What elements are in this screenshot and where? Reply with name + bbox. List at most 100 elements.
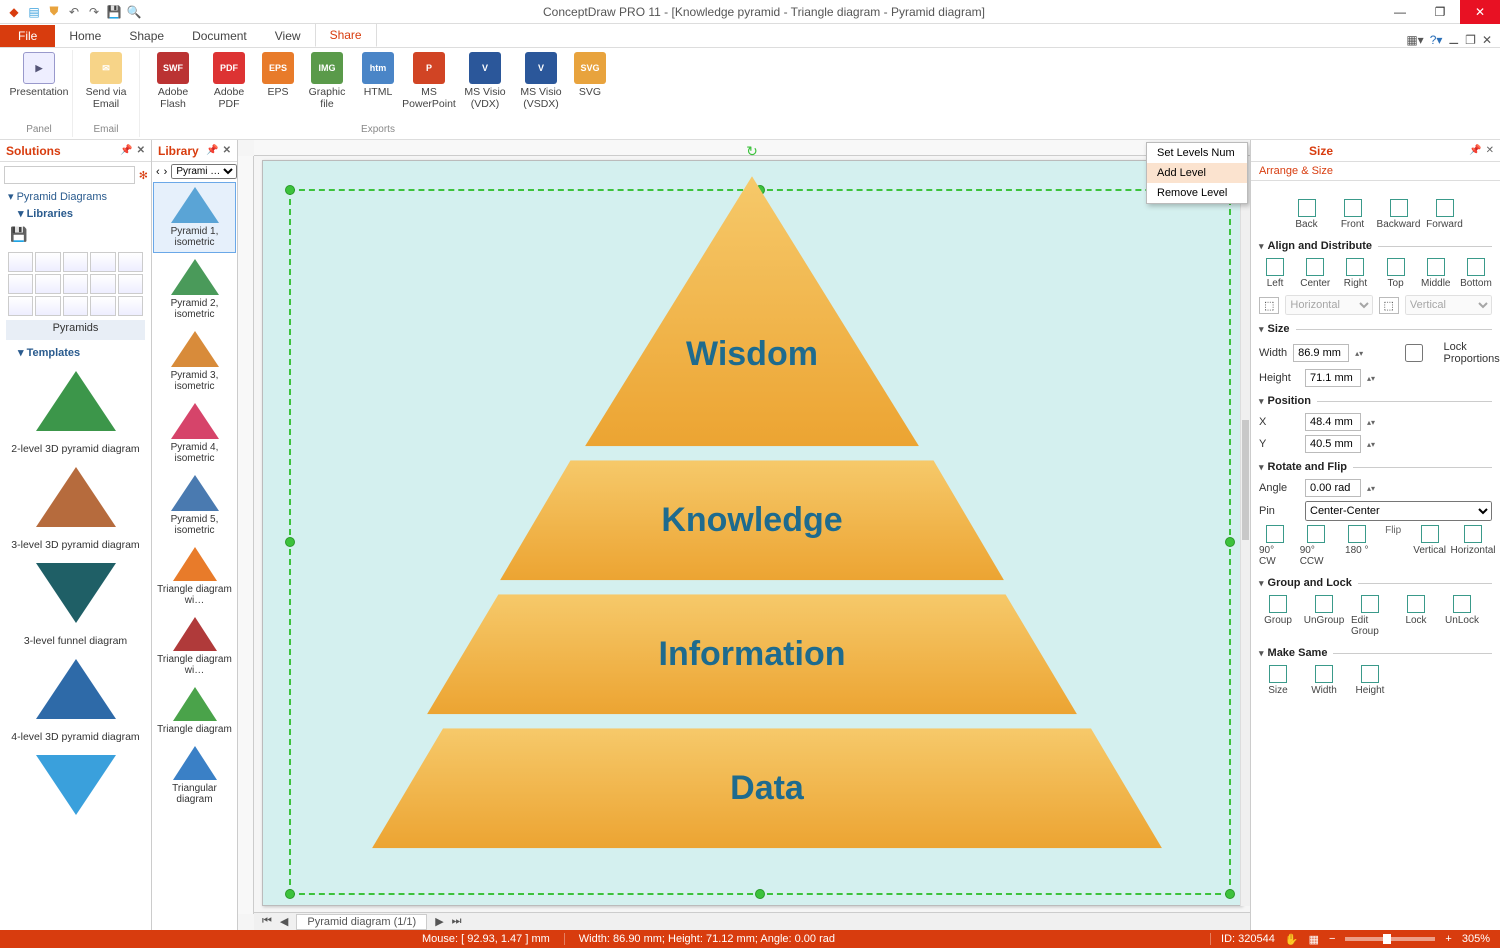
distribute-vertical[interactable]: Vertical bbox=[1405, 295, 1492, 315]
lock-button[interactable]: Lock bbox=[1397, 595, 1435, 637]
maximize-button[interactable]: ❐ bbox=[1420, 0, 1460, 24]
unlock-button[interactable]: UnLock bbox=[1443, 595, 1481, 637]
arrange-subtab[interactable]: Arrange & Size bbox=[1251, 162, 1500, 181]
order-forward[interactable]: Forward bbox=[1426, 199, 1464, 230]
pin-icon[interactable]: 📌 bbox=[1469, 145, 1481, 156]
dist-h-icon[interactable]: ⬚ bbox=[1259, 297, 1279, 314]
sect-size[interactable]: Size bbox=[1259, 317, 1492, 339]
view-mode-icon[interactable]: ▦ bbox=[1309, 933, 1319, 946]
save-lib-icon[interactable]: 💾 bbox=[10, 226, 27, 242]
rotate-ccw[interactable]: 90° CCW bbox=[1300, 525, 1333, 567]
library-select[interactable]: Pyrami … bbox=[171, 164, 237, 179]
flip-horizontal[interactable]: Horizontal bbox=[1454, 525, 1492, 567]
pos-x-input[interactable] bbox=[1305, 413, 1361, 431]
make-same-width[interactable]: Width bbox=[1305, 665, 1343, 696]
redo-icon[interactable]: ↷ bbox=[86, 4, 102, 20]
tab-share[interactable]: Share bbox=[315, 23, 377, 47]
pyramid-diagram[interactable]: Wisdom Knowledge Information Data bbox=[372, 176, 1132, 862]
sect-make-same[interactable]: Make Same bbox=[1259, 641, 1492, 663]
template-4[interactable] bbox=[10, 653, 141, 725]
presentation-button[interactable]: ▶ Presentation bbox=[12, 50, 66, 100]
mdi-restore-icon[interactable]: ❐ bbox=[1465, 33, 1476, 47]
nav-back-icon[interactable]: ‹ bbox=[156, 166, 160, 178]
tab-shape[interactable]: Shape bbox=[115, 25, 178, 47]
template-2[interactable] bbox=[10, 461, 141, 533]
export-pdf-button[interactable]: PDFAdobe PDF bbox=[202, 50, 256, 112]
library-item[interactable]: Triangle diagram wi… bbox=[153, 612, 236, 681]
send-email-button[interactable]: ✉ Send via Email bbox=[79, 50, 133, 112]
library-item[interactable]: Triangle diagram wi… bbox=[153, 542, 236, 611]
new-icon[interactable]: ▤ bbox=[26, 4, 42, 20]
align-right[interactable]: Right bbox=[1339, 258, 1371, 289]
library-pyramids[interactable]: Pyramids bbox=[6, 320, 145, 340]
flip-vertical[interactable]: Vertical bbox=[1413, 525, 1446, 567]
zoom-out-icon[interactable]: − bbox=[1329, 933, 1335, 945]
last-page-icon[interactable]: ⏭ bbox=[452, 915, 462, 928]
library-item[interactable]: Pyramid 1, isometric bbox=[153, 182, 236, 253]
library-item[interactable]: Pyramid 3, isometric bbox=[153, 326, 236, 397]
order-front[interactable]: Front bbox=[1334, 199, 1372, 230]
sect-position[interactable]: Position bbox=[1259, 389, 1492, 411]
zoom-in-icon[interactable]: + bbox=[1445, 933, 1451, 945]
library-item[interactable]: Pyramid 4, isometric bbox=[153, 398, 236, 469]
zoom-slider[interactable] bbox=[1345, 937, 1435, 941]
scrollbar-vertical[interactable] bbox=[1240, 160, 1250, 906]
edit-group-button[interactable]: Edit Group bbox=[1351, 595, 1389, 637]
sect-align[interactable]: Align and Distribute bbox=[1259, 234, 1492, 256]
export-html-button[interactable]: htmHTML bbox=[356, 50, 400, 100]
rotate-180[interactable]: 180 ° bbox=[1340, 525, 1373, 567]
tree-templates[interactable]: ▾ Templates bbox=[0, 344, 151, 361]
library-item[interactable]: Pyramid 2, isometric bbox=[153, 254, 236, 325]
pin-select[interactable]: Center-Center bbox=[1305, 501, 1492, 521]
search-go-icon[interactable]: ✻ bbox=[139, 169, 148, 182]
tree-pyramid-diagrams[interactable]: ▾ Pyramid Diagrams bbox=[0, 188, 151, 205]
library-item[interactable]: Pyramid 5, isometric bbox=[153, 470, 236, 541]
search-icon[interactable]: 🔍 bbox=[126, 4, 142, 20]
ctx-set-levels[interactable]: Set Levels Num bbox=[1147, 143, 1247, 163]
rotate-handle-icon[interactable]: ↻ bbox=[746, 143, 758, 160]
export-vsdx-button[interactable]: VMS Visio (VSDX) bbox=[514, 50, 568, 112]
first-page-icon[interactable]: ⏮ bbox=[262, 915, 272, 928]
tab-home[interactable]: Home bbox=[55, 25, 115, 47]
canvas-area[interactable]: ↻ Wisdom Knowledge Information Data ⏮ ◀ … bbox=[238, 140, 1250, 930]
library-thumbnails[interactable] bbox=[0, 248, 151, 320]
pos-y-input[interactable] bbox=[1305, 435, 1361, 453]
ctx-add-level[interactable]: Add Level bbox=[1147, 163, 1247, 183]
tab-document[interactable]: Document bbox=[178, 25, 261, 47]
size-width-input[interactable] bbox=[1293, 344, 1349, 362]
export-graphic-button[interactable]: IMGGraphic file bbox=[300, 50, 354, 112]
export-ppt-button[interactable]: PMS PowerPoint bbox=[402, 50, 456, 112]
export-eps-button[interactable]: EPSEPS bbox=[258, 50, 298, 100]
save-icon[interactable]: 💾 bbox=[106, 4, 122, 20]
align-center[interactable]: Center bbox=[1299, 258, 1331, 289]
align-left[interactable]: Left bbox=[1259, 258, 1291, 289]
export-flash-button[interactable]: SWFAdobe Flash bbox=[146, 50, 200, 112]
options-icon[interactable]: ▦▾ bbox=[1406, 33, 1423, 47]
align-top[interactable]: Top bbox=[1380, 258, 1412, 289]
align-middle[interactable]: Middle bbox=[1420, 258, 1452, 289]
open-icon[interactable]: ⛊ bbox=[46, 4, 62, 20]
export-svg-button[interactable]: SVGSVG bbox=[570, 50, 610, 100]
next-page-icon[interactable]: ▶ bbox=[435, 915, 443, 928]
order-backward[interactable]: Backward bbox=[1380, 199, 1418, 230]
tree-libraries[interactable]: ▾ Libraries bbox=[0, 205, 151, 222]
minimize-button[interactable]: — bbox=[1380, 0, 1420, 24]
help-icon[interactable]: ?▾ bbox=[1430, 33, 1443, 47]
rotate-cw[interactable]: 90° CW bbox=[1259, 525, 1292, 567]
library-item[interactable]: Triangle diagram bbox=[153, 682, 236, 740]
align-bottom[interactable]: Bottom bbox=[1460, 258, 1492, 289]
mdi-min-icon[interactable]: ⚊ bbox=[1448, 33, 1459, 47]
tab-file[interactable]: File bbox=[0, 25, 55, 47]
page[interactable]: ↻ Wisdom Knowledge Information Data bbox=[262, 160, 1242, 906]
undo-icon[interactable]: ↶ bbox=[66, 4, 82, 20]
pin-icon[interactable]: 📌 bbox=[120, 145, 132, 156]
make-same-height[interactable]: Height bbox=[1351, 665, 1389, 696]
make-same-size[interactable]: Size bbox=[1259, 665, 1297, 696]
ungroup-button[interactable]: UnGroup bbox=[1305, 595, 1343, 637]
template-1[interactable] bbox=[10, 365, 141, 437]
order-back[interactable]: Back bbox=[1288, 199, 1326, 230]
solutions-search-input[interactable] bbox=[4, 166, 135, 184]
group-button[interactable]: Group bbox=[1259, 595, 1297, 637]
prev-page-icon[interactable]: ◀ bbox=[280, 915, 288, 928]
pin-icon[interactable]: 📌 bbox=[206, 145, 218, 156]
